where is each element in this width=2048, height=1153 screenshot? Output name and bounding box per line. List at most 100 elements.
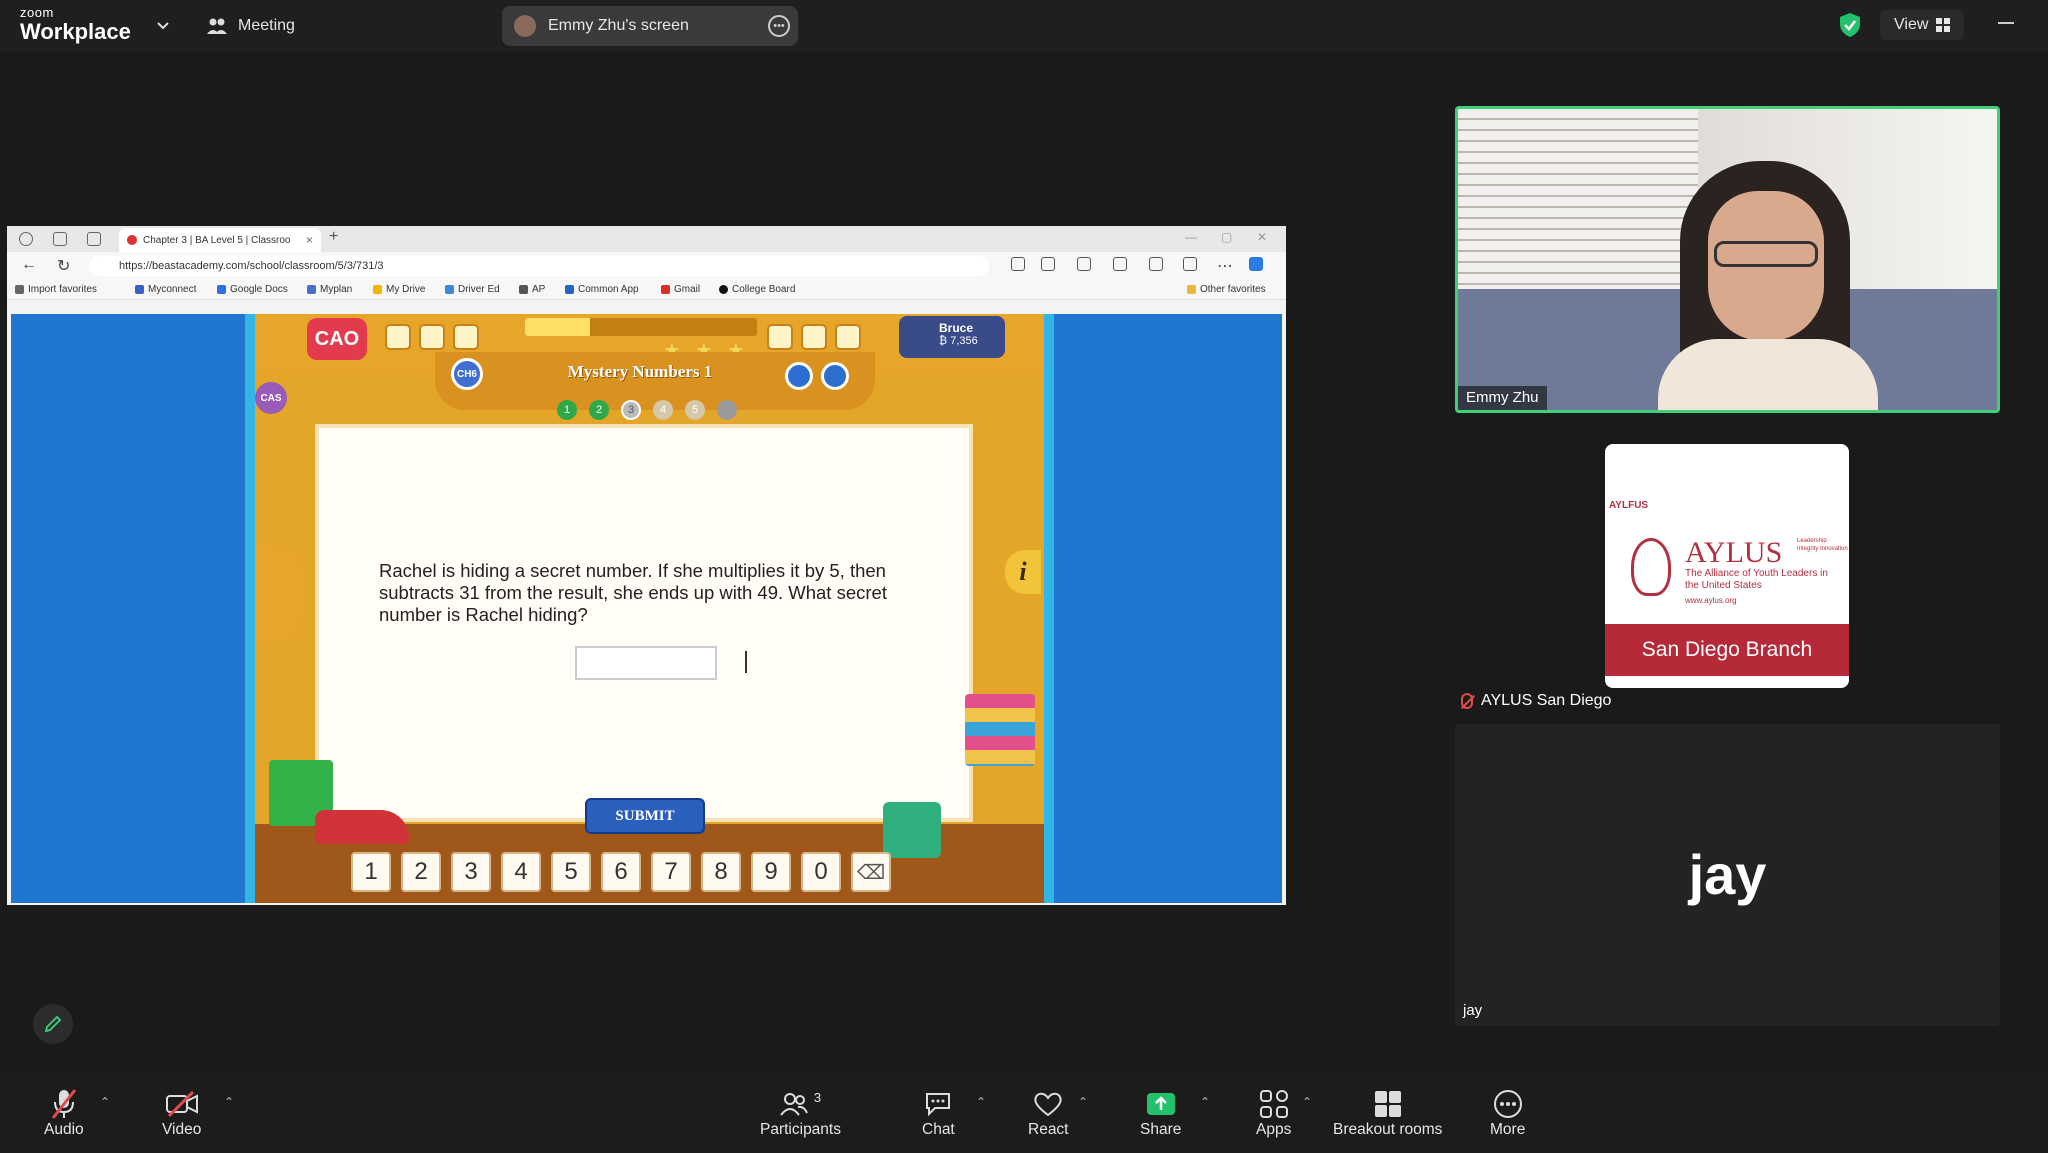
background-stripe-left — [245, 314, 255, 903]
key-1[interactable]: 1 — [351, 852, 391, 892]
badge-icon[interactable] — [767, 324, 793, 350]
share-button[interactable]: Share — [1140, 1087, 1181, 1139]
window-minimize-icon[interactable]: — — [1185, 230, 1197, 244]
bookmark-import-favorites[interactable]: Import favorites — [15, 284, 97, 295]
school-icon[interactable] — [385, 324, 411, 350]
user-profile-button[interactable]: Bruce ₿ 7,356 — [899, 316, 1005, 358]
video-tile-emmy[interactable]: Emmy Zhu — [1455, 106, 2000, 413]
participant-display-name: jay — [1688, 843, 1767, 906]
bookmark-google-docs[interactable]: Google Docs — [217, 284, 288, 295]
gear-icon[interactable] — [835, 324, 861, 350]
browser-essentials-icon[interactable] — [1183, 257, 1197, 271]
split-screen-icon[interactable] — [1077, 257, 1091, 271]
video-options-caret[interactable]: ⌃ — [224, 1095, 234, 1109]
video-tile-aylus[interactable]: AYLFUS AYLUS Leadership Integrity Innova… — [1455, 420, 2000, 720]
bookmark-other-favorites[interactable]: Other favorites — [1187, 284, 1266, 295]
shared-screen-pill[interactable]: Emmy Zhu's screen ••• — [502, 6, 798, 46]
bookmark-college-board[interactable]: College Board — [719, 284, 795, 295]
breakout-rooms-label: Breakout rooms — [1333, 1121, 1443, 1138]
key-4[interactable]: 4 — [501, 852, 541, 892]
tab-actions-icon[interactable] — [87, 232, 101, 246]
collections-icon[interactable] — [1149, 257, 1163, 271]
close-tab-icon[interactable]: × — [306, 233, 313, 247]
step-indicator-current[interactable]: 3 — [621, 400, 641, 420]
info-button[interactable]: i — [1005, 550, 1041, 594]
backspace-key[interactable]: ⌫ — [851, 852, 891, 892]
key-5[interactable]: 5 — [551, 852, 591, 892]
zoom-workplace-logo: zoom Workplace — [20, 6, 131, 43]
pencil-tool-button[interactable] — [255, 544, 305, 644]
participant-name: Emmy Zhu — [1458, 386, 1547, 410]
more-options-icon[interactable]: ••• — [768, 15, 790, 37]
key-6[interactable]: 6 — [601, 852, 641, 892]
bookmark-myplan[interactable]: Myplan — [307, 284, 352, 295]
play-video-icon[interactable] — [785, 362, 813, 390]
star-icon[interactable] — [1011, 257, 1025, 271]
key-3[interactable]: 3 — [451, 852, 491, 892]
bookmark-label: Google Docs — [230, 284, 288, 295]
chat-options-caret[interactable]: ⌃ — [976, 1095, 986, 1109]
bookmark-icon — [373, 285, 382, 294]
bookmark-gmail[interactable]: Gmail — [661, 284, 700, 295]
chat-button[interactable]: Chat — [922, 1087, 955, 1139]
url-field[interactable]: https://beastacademy.com/school/classroo… — [89, 256, 989, 276]
profile-icon[interactable] — [19, 232, 33, 246]
window-restore-icon[interactable]: ▢ — [1221, 230, 1232, 244]
security-shield-icon[interactable] — [1838, 12, 1862, 38]
key-2[interactable]: 2 — [401, 852, 441, 892]
view-button[interactable]: View — [1880, 10, 1965, 40]
apps-options-caret[interactable]: ⌃ — [1302, 1095, 1312, 1109]
chevron-down-icon[interactable] — [152, 14, 174, 36]
help-icon[interactable] — [801, 324, 827, 350]
bookmark-ap[interactable]: AP — [519, 284, 545, 295]
meeting-button[interactable]: Meeting — [206, 12, 295, 40]
participant-name: AYLUS San Diego — [1461, 692, 1611, 710]
audio-options-caret[interactable]: ⌃ — [100, 1095, 110, 1109]
step-indicator[interactable]: 5 — [685, 400, 705, 420]
annotate-pencil-icon[interactable] — [33, 1004, 73, 1044]
key-7[interactable]: 7 — [651, 852, 691, 892]
apps-icon — [1259, 1090, 1288, 1118]
step-indicator[interactable]: 2 — [589, 400, 609, 420]
key-9[interactable]: 9 — [751, 852, 791, 892]
key-8[interactable]: 8 — [701, 852, 741, 892]
share-options-caret[interactable]: ⌃ — [1200, 1095, 1210, 1109]
back-arrow-icon[interactable]: ← — [21, 256, 37, 274]
extension-icon[interactable] — [1041, 257, 1055, 271]
new-tab-icon[interactable]: + — [329, 228, 338, 246]
guide-book-icon[interactable] — [821, 362, 849, 390]
apps-button[interactable]: Apps — [1256, 1087, 1291, 1139]
copilot-icon[interactable] — [1249, 257, 1263, 271]
bookmark-driver-ed[interactable]: Driver Ed — [445, 284, 500, 295]
step-indicator[interactable]: 4 — [653, 400, 673, 420]
key-0[interactable]: 0 — [801, 852, 841, 892]
audio-button[interactable]: Audio — [44, 1087, 84, 1139]
cas-badge[interactable]: CAS — [255, 382, 287, 414]
browser-tab-bar: Chapter 3 | BA Level 5 | Classroo × + — … — [7, 226, 1286, 252]
workspaces-icon[interactable] — [53, 232, 67, 246]
trophy-icon[interactable] — [453, 324, 479, 350]
bookmark-myconnect[interactable]: Myconnect — [135, 284, 196, 295]
browser-tab-active[interactable]: Chapter 3 | BA Level 5 | Classroo × — [119, 228, 321, 252]
window-close-icon[interactable]: ✕ — [1257, 230, 1267, 244]
aylus-name: AYLUS — [1685, 536, 1783, 569]
favorites-icon[interactable] — [1113, 257, 1127, 271]
settings-more-icon[interactable]: ⋯ — [1217, 256, 1233, 276]
video-button[interactable]: Video — [162, 1087, 201, 1139]
answer-input[interactable] — [575, 646, 717, 680]
bookmark-my-drive[interactable]: My Drive — [373, 284, 425, 295]
submit-button[interactable]: SUBMIT — [585, 798, 705, 834]
chapter-badge[interactable]: CH6 — [451, 358, 483, 390]
bookmark-common-app[interactable]: Common App — [565, 284, 639, 295]
cao-logo-button[interactable]: CAO — [307, 318, 367, 360]
video-tile-jay[interactable]: jay jay — [1455, 724, 2000, 1026]
step-indicator[interactable]: 1 — [557, 400, 577, 420]
react-button[interactable]: React — [1028, 1087, 1069, 1139]
refresh-icon[interactable]: ↻ — [57, 256, 70, 276]
react-options-caret[interactable]: ⌃ — [1078, 1095, 1088, 1109]
book-icon[interactable] — [419, 324, 445, 350]
minimize-icon[interactable] — [1998, 22, 2014, 24]
more-button[interactable]: More — [1490, 1087, 1525, 1139]
participants-button[interactable]: 3 Participants — [760, 1087, 841, 1139]
breakout-rooms-button[interactable]: Breakout rooms — [1333, 1087, 1442, 1139]
